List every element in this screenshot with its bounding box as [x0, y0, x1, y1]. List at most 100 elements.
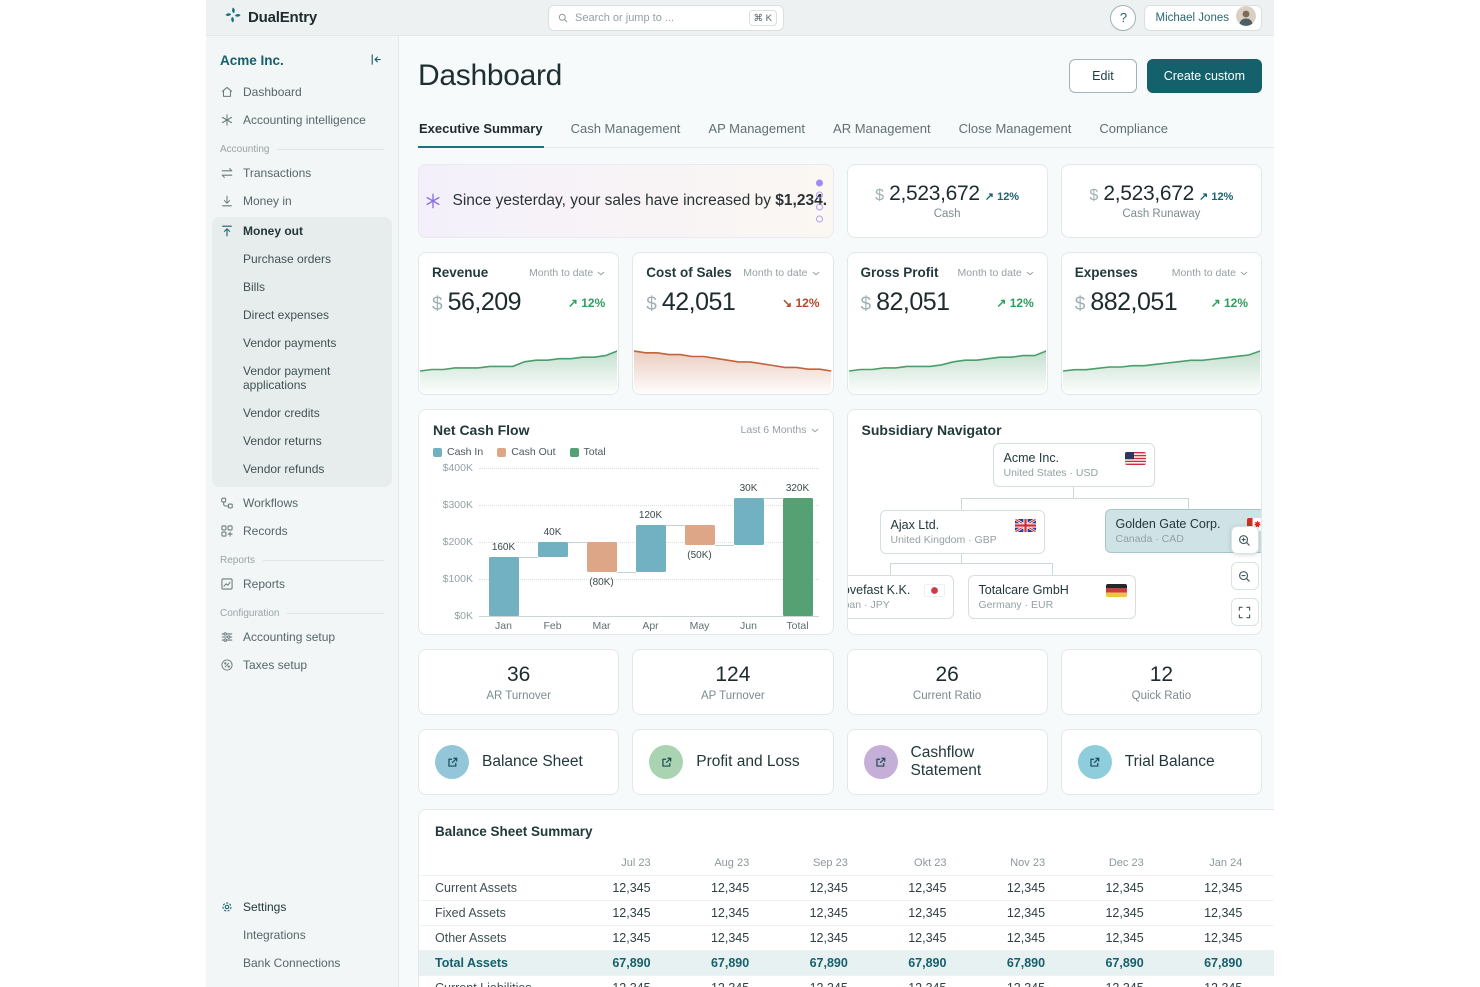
sidebar-item-dashboard[interactable]: Dashboard: [206, 78, 398, 106]
report-link-trial-balance[interactable]: Trial Balance: [1061, 729, 1262, 795]
sidebar-item-vendor-payments[interactable]: Vendor payments: [212, 329, 392, 357]
cell-value: 12,345: [1162, 901, 1261, 926]
legend-label: Total: [584, 446, 606, 458]
user-menu-button[interactable]: Michael Jones: [1144, 5, 1262, 31]
metric-value: $56,209: [432, 288, 521, 317]
report-link-profit-and-loss[interactable]: Profit and Loss: [632, 729, 833, 795]
table-row-fixed-assets: Fixed Assets12,34512,34512,34512,34512,3…: [419, 901, 1274, 926]
period-selector[interactable]: Month to date: [529, 267, 605, 279]
tab-ar-management[interactable]: AR Management: [832, 112, 932, 148]
legend-label: Cash Out: [511, 446, 555, 458]
main-content: Dashboard Edit Create custom Executive S…: [399, 36, 1274, 987]
bar-value-label: 120K: [621, 510, 681, 521]
carousel-dot[interactable]: [816, 192, 823, 199]
metric-header: Cost of SalesMonth to date: [633, 253, 832, 280]
sidebar-item-taxes-setup[interactable]: Taxes setup: [206, 651, 398, 679]
sidebar-item-bank-connections[interactable]: Bank Connections: [206, 949, 398, 977]
sidebar-item-accounting-intelligence[interactable]: Accounting intelligence: [206, 106, 398, 134]
external-link-icon: [649, 745, 683, 779]
global-search[interactable]: ⌘ K: [548, 5, 784, 31]
chevron-down-icon: [812, 267, 820, 279]
tab-ap-management[interactable]: AP Management: [707, 112, 806, 148]
sidebar-collapse-button[interactable]: [368, 52, 384, 68]
edit-button[interactable]: Edit: [1069, 59, 1137, 93]
ratio-card-quick-ratio: 12Quick Ratio: [1061, 649, 1262, 715]
sidebar-item-transactions[interactable]: Transactions: [206, 159, 398, 187]
carousel-dot[interactable]: [816, 180, 823, 187]
cell-value: 12,345: [1260, 976, 1274, 987]
sidebar-item-vendor-payment-applications[interactable]: Vendor payment applications: [212, 357, 392, 399]
org-switcher[interactable]: Acme Inc.: [206, 46, 398, 78]
bar-value-label: (80K): [572, 577, 632, 588]
change-badge: ↗ 12%: [1199, 190, 1233, 203]
row-label: Other Assets: [419, 926, 570, 951]
sidebar-item-direct-expenses[interactable]: Direct expenses: [212, 301, 392, 329]
sidebar-item-bills[interactable]: Bills: [212, 273, 392, 301]
column-header: Dec 23: [1063, 851, 1162, 876]
create-custom-button[interactable]: Create custom: [1147, 59, 1262, 93]
metric-value-row: $42,051↘ 12%: [633, 280, 832, 317]
sidebar-item-vendor-credits[interactable]: Vendor credits: [212, 399, 392, 427]
sidebar-item-accounting-setup[interactable]: Accounting setup: [206, 623, 398, 651]
zoom-out-icon[interactable]: [1231, 562, 1259, 590]
metric-title: Revenue: [432, 265, 488, 280]
report-link-cashflow-statement[interactable]: Cashflow Statement: [847, 729, 1048, 795]
zoom-in-icon[interactable]: [1231, 526, 1259, 554]
subsidiary-node-movefast-k-k-[interactable]: Movefast K.K.Japan · JPY: [847, 575, 954, 619]
bar-value-label: 320K: [768, 483, 828, 494]
subsidiary-detail: United States · USD: [1004, 467, 1144, 479]
carousel-dot[interactable]: [816, 204, 823, 211]
cell-value: 67,890: [1260, 951, 1274, 976]
net-cash-flow-period-selector[interactable]: Last 6 Months: [741, 424, 819, 436]
table-header-empty: [419, 851, 570, 876]
sidebar-item-vendor-refunds[interactable]: Vendor refunds: [212, 455, 392, 483]
period-label: Month to date: [958, 267, 1022, 279]
cell-value: 12,345: [866, 926, 965, 951]
carousel-dot[interactable]: [816, 216, 823, 223]
fullscreen-icon[interactable]: [1231, 598, 1259, 626]
chart-gridline: [479, 616, 819, 617]
cell-value: 12,345: [570, 876, 669, 901]
de-flag-icon: [1106, 584, 1127, 597]
uk-flag-icon: [1015, 519, 1036, 532]
sidebar-item-reports[interactable]: Reports: [206, 570, 398, 598]
sidebar-item-settings[interactable]: Settings: [206, 893, 398, 921]
subsidiary-node-ajax-ltd-[interactable]: Ajax Ltd.United Kingdom · GBP: [880, 510, 1045, 554]
tab-cash-management[interactable]: Cash Management: [570, 112, 682, 148]
sidebar-item-money-out[interactable]: Money out: [212, 217, 392, 245]
percent-icon: [220, 658, 234, 672]
external-link-icon: [1078, 745, 1112, 779]
cell-value: 12,345: [1162, 926, 1261, 951]
legend-item-cash-in: Cash In: [433, 446, 483, 458]
metric-card-revenue: RevenueMonth to date$56,209↗ 12%: [418, 252, 619, 395]
chevron-down-icon: [1240, 267, 1248, 279]
search-input[interactable]: [575, 12, 743, 24]
sidebar-item-vendor-returns[interactable]: Vendor returns: [212, 427, 392, 455]
tab-compliance[interactable]: Compliance: [1098, 112, 1169, 148]
cell-value: 12,345: [767, 926, 866, 951]
subsidiary-node-totalcare-gmbh[interactable]: Totalcare GmbHGermany · EUR: [968, 575, 1136, 619]
chart-gridline: [479, 579, 819, 580]
sidebar-item-money-in[interactable]: Money in: [206, 187, 398, 215]
insight-banner: Since yesterday, your sales have increas…: [418, 164, 834, 238]
sidebar-item-purchase-orders[interactable]: Purchase orders: [212, 245, 392, 273]
subsidiary-node-acme-inc-[interactable]: Acme Inc.United States · USD: [993, 443, 1155, 487]
search-icon: [557, 12, 569, 24]
tab-close-management[interactable]: Close Management: [958, 112, 1073, 148]
metric-value: $882,051: [1075, 288, 1177, 317]
net-cash-flow-panel: Net Cash Flow Last 6 Months Cash InCash …: [418, 409, 834, 635]
metric-header: ExpensesMonth to date: [1062, 253, 1261, 280]
column-header: Jan 24: [1162, 851, 1261, 876]
period-selector[interactable]: Month to date: [958, 267, 1034, 279]
charts-row: Net Cash Flow Last 6 Months Cash InCash …: [418, 409, 1262, 635]
sidebar-item-workflows[interactable]: Workflows: [206, 489, 398, 517]
report-link-balance-sheet[interactable]: Balance Sheet: [418, 729, 619, 795]
period-selector[interactable]: Month to date: [1172, 267, 1248, 279]
period-selector[interactable]: Month to date: [743, 267, 819, 279]
y-axis-label: $100K: [431, 573, 473, 585]
cash-label: Cash: [934, 208, 961, 220]
sidebar-item-records[interactable]: Records: [206, 517, 398, 545]
help-button[interactable]: ?: [1110, 5, 1136, 31]
sidebar-item-integrations[interactable]: Integrations: [206, 921, 398, 949]
tab-executive-summary[interactable]: Executive Summary: [418, 112, 544, 148]
